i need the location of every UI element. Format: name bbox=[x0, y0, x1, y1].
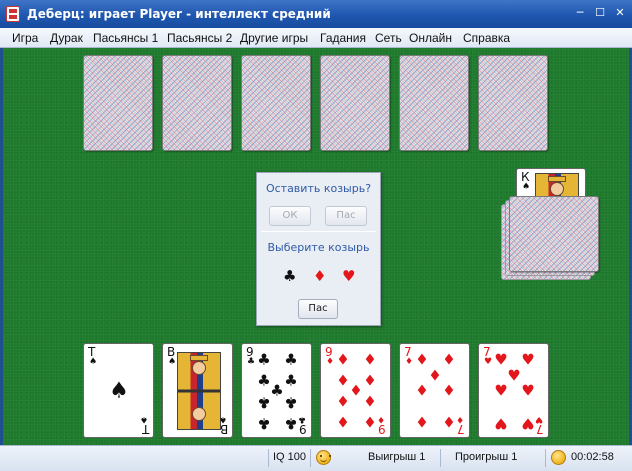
player-card[interactable]: 7 ♦ ♦ ♦ ♦ ♦ ♦ ♦ ♦ ♦ 7 bbox=[399, 343, 470, 438]
talon-deck[interactable] bbox=[509, 196, 599, 272]
menu-item-help[interactable]: Справка bbox=[463, 31, 510, 45]
diamond-icon: ♦ bbox=[415, 350, 429, 369]
player-card[interactable]: 7 ♥ ♥ ♥ ♥ ♥ ♥ ♥ ♥ ♥ 7 bbox=[478, 343, 549, 438]
diamond-icon: ♦ bbox=[363, 413, 377, 432]
app-icon bbox=[6, 6, 20, 22]
jack-portrait bbox=[177, 352, 221, 430]
dialog-separator bbox=[261, 231, 376, 232]
hearts-icon[interactable]: ♥ bbox=[342, 269, 355, 284]
clock-icon bbox=[551, 450, 566, 465]
diamond-icon: ♦ bbox=[428, 366, 442, 385]
club-icon: ♣ bbox=[284, 350, 298, 369]
iq-level: IQ 100 bbox=[273, 451, 307, 463]
menu-item-other-games[interactable]: Другие игры bbox=[240, 31, 308, 45]
heart-icon: ♥ bbox=[521, 350, 535, 369]
diamond-icon: ♦ bbox=[336, 371, 350, 390]
diamond-icon: ♦ bbox=[363, 371, 377, 390]
losses-count: Проигрыш 1 bbox=[455, 451, 518, 463]
close-button[interactable]: ✕ bbox=[613, 6, 627, 20]
player-card[interactable]: 9 ♦ ♦ ♦ ♦ ♦ ♦ ♦ ♦ ♦ ♦ ♦ 9 bbox=[320, 343, 391, 438]
diamond-icon: ♦ bbox=[336, 413, 350, 432]
maximize-button[interactable]: ☐ bbox=[593, 6, 607, 20]
diamond-icon: ♦ bbox=[442, 381, 456, 400]
diamonds-icon[interactable]: ♦ bbox=[313, 269, 326, 284]
club-icon: ♣ bbox=[257, 371, 271, 390]
pass-button-keep[interactable]: Пас bbox=[325, 206, 367, 226]
card-rank: 7 bbox=[536, 422, 544, 436]
diamond-icon: ♦ bbox=[363, 392, 377, 411]
diamond-icon: ♦ bbox=[442, 350, 456, 369]
diamond-icon: ♦ bbox=[415, 413, 429, 432]
trump-dialog: Оставить козырь? ОК Пас Выберите козырь … bbox=[256, 172, 381, 326]
pass-button-choose[interactable]: Пас bbox=[298, 299, 338, 319]
card-rank: В bbox=[219, 422, 228, 436]
menu-item-fortune[interactable]: Гадания bbox=[320, 31, 366, 45]
menu-item-game[interactable]: Игра bbox=[12, 31, 38, 45]
ok-button[interactable]: ОК bbox=[269, 206, 311, 226]
card-suit: ♠ bbox=[168, 357, 177, 367]
diamond-icon: ♦ bbox=[442, 413, 456, 432]
minimize-button[interactable]: ─ bbox=[573, 6, 587, 20]
menu-item-solitaire-2[interactable]: Пасьянсы 2 bbox=[167, 31, 232, 45]
trump-card-suit: ♠ bbox=[522, 182, 531, 192]
opponent-card bbox=[162, 55, 232, 151]
opponent-card bbox=[241, 55, 311, 151]
card-suit: ♥ bbox=[484, 357, 493, 367]
opponent-card bbox=[83, 55, 153, 151]
card-suit: ♦ bbox=[405, 357, 414, 367]
heart-icon: ♥ bbox=[507, 366, 521, 385]
status-divider bbox=[545, 449, 546, 467]
keep-trump-question: Оставить козырь? bbox=[265, 182, 372, 195]
game-timer: 00:02:58 bbox=[571, 451, 614, 463]
player-card[interactable]: Т ♠ ♠ ♠ Т bbox=[83, 343, 154, 438]
menu-item-solitaire-1[interactable]: Пасьянсы 1 bbox=[93, 31, 158, 45]
choose-trump-question: Выберите козырь bbox=[267, 241, 370, 254]
heart-icon: ♥ bbox=[521, 381, 535, 400]
diamond-icon: ♦ bbox=[336, 392, 350, 411]
heart-icon: ♥ bbox=[494, 350, 508, 369]
card-suit: ♣ bbox=[247, 357, 256, 367]
player-card[interactable]: 9 ♣ ♣ ♣ ♣ ♣ ♣ ♣ ♣ ♣ ♣ ♣ 9 bbox=[241, 343, 312, 438]
window-title: Деберц: играет Player - интеллект средни… bbox=[27, 7, 331, 21]
club-icon: ♣ bbox=[257, 414, 271, 433]
heart-icon: ♥ bbox=[521, 414, 535, 433]
diamond-icon: ♦ bbox=[336, 350, 350, 369]
spade-icon: ♠ bbox=[109, 378, 129, 404]
title-bar: Деберц: играет Player - интеллект средни… bbox=[0, 0, 632, 28]
club-icon: ♣ bbox=[270, 381, 284, 400]
diamond-icon: ♦ bbox=[363, 350, 377, 369]
diamond-icon: ♦ bbox=[415, 381, 429, 400]
opponent-card bbox=[399, 55, 469, 151]
club-icon: ♣ bbox=[284, 393, 298, 412]
card-rank: 9 bbox=[299, 422, 307, 436]
card-rank: 9 bbox=[378, 422, 386, 436]
status-bar: IQ 100 Выигрыш 1 Проигрыш 1 00:02:58 bbox=[0, 445, 632, 471]
club-icon: ♣ bbox=[284, 371, 298, 390]
club-icon: ♣ bbox=[257, 350, 271, 369]
diamond-icon: ♦ bbox=[349, 381, 363, 400]
status-divider bbox=[310, 449, 311, 467]
wins-count: Выигрыш 1 bbox=[368, 451, 426, 463]
opponent-card bbox=[320, 55, 390, 151]
game-table: К ♠ Оставить козырь? ОК Пас Выберите коз… bbox=[3, 48, 629, 445]
card-suit: ♠ bbox=[89, 357, 98, 367]
player-card[interactable]: В ♠ ♠ В bbox=[162, 343, 233, 438]
menu-bar: Игра Дурак Пасьянсы 1 Пасьянсы 2 Другие … bbox=[0, 28, 632, 48]
club-icon: ♣ bbox=[257, 393, 271, 412]
opponent-card bbox=[478, 55, 548, 151]
heart-icon: ♥ bbox=[494, 381, 508, 400]
menu-item-network[interactable]: Сеть bbox=[375, 31, 402, 45]
smiley-icon bbox=[316, 450, 331, 465]
club-icon: ♣ bbox=[284, 414, 298, 433]
status-divider bbox=[440, 449, 441, 467]
menu-item-online[interactable]: Онлайн bbox=[409, 31, 452, 45]
clubs-icon[interactable]: ♣ bbox=[283, 269, 296, 284]
card-rank: Т bbox=[141, 422, 149, 436]
heart-icon: ♥ bbox=[494, 414, 508, 433]
status-divider bbox=[268, 449, 269, 467]
card-suit: ♦ bbox=[326, 357, 335, 367]
card-rank: 7 bbox=[457, 422, 465, 436]
menu-item-durak[interactable]: Дурак bbox=[50, 31, 83, 45]
